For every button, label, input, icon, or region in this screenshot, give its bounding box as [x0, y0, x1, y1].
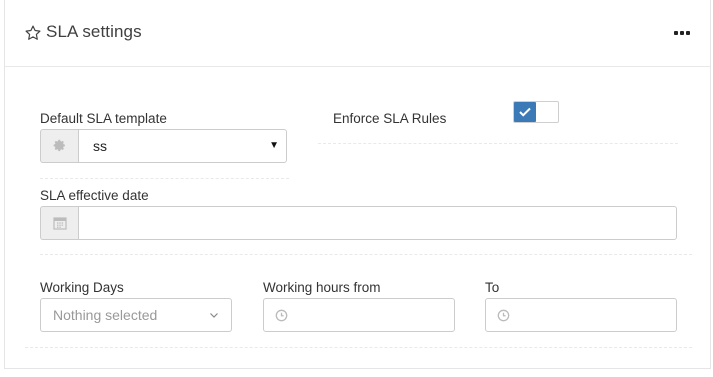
gear-icon-addon: [40, 129, 78, 163]
enforce-sla-rules-label: Enforce SLA Rules: [333, 111, 447, 126]
sla-effective-date-label: SLA effective date: [40, 188, 149, 203]
gear-icon: [53, 139, 65, 152]
chevron-down-icon: [210, 313, 218, 318]
clock-icon: [275, 309, 288, 322]
divider: [40, 178, 289, 179]
enforce-sla-rules-toggle[interactable]: [513, 101, 559, 123]
working-hours-to-input[interactable]: [485, 298, 677, 332]
working-days-placeholder: Nothing selected: [53, 307, 158, 323]
default-sla-template-select[interactable]: ss ▼: [78, 129, 287, 163]
divider: [40, 254, 692, 255]
panel-header: SLA settings: [5, 0, 710, 67]
panel-title: SLA settings: [46, 22, 142, 41]
divider: [25, 347, 692, 348]
clock-icon: [497, 309, 510, 322]
working-hours-from-input[interactable]: [263, 298, 455, 332]
sla-effective-date-input[interactable]: [78, 206, 677, 240]
calendar-icon-addon: [40, 206, 78, 240]
default-sla-template-value: ss: [93, 138, 107, 154]
sla-settings-panel: SLA settings Default SLA template ss ▼ E…: [4, 0, 711, 369]
default-sla-template-label: Default SLA template: [40, 111, 167, 126]
working-days-select[interactable]: Nothing selected: [40, 298, 232, 332]
working-days-label: Working Days: [40, 280, 124, 295]
calendar-icon: [52, 217, 67, 230]
divider: [318, 143, 678, 144]
working-hours-from-label: Working hours from: [263, 280, 381, 295]
checkmark-icon: [519, 107, 531, 117]
star-outline-icon[interactable]: [24, 24, 42, 42]
more-horizontal-icon[interactable]: [674, 27, 696, 39]
working-hours-to-label: To: [485, 280, 500, 295]
caret-down-icon: ▼: [269, 140, 279, 151]
toggle-knob: [514, 102, 536, 122]
